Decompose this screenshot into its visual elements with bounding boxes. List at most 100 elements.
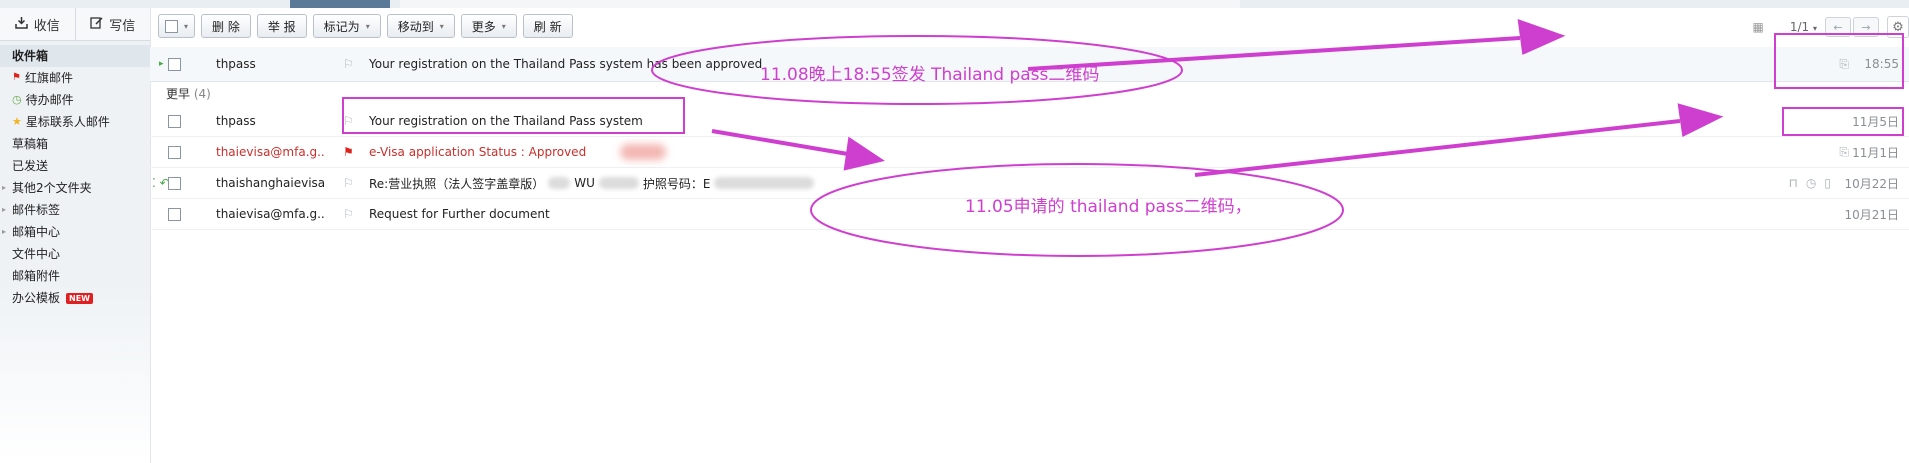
gear-icon[interactable]: ⚙: [1887, 16, 1909, 38]
sidebar-item-attachments[interactable]: 邮箱附件: [0, 265, 150, 287]
calendar-icon[interactable]: ▦: [1753, 20, 1764, 34]
sidebar-item-office-templates[interactable]: 办公模板 NEW: [0, 287, 150, 309]
expand-caret-icon[interactable]: ▸: [2, 221, 6, 243]
row-checkbox[interactable]: [168, 106, 182, 136]
sidebar-item-drafts[interactable]: 草稿箱: [0, 133, 150, 155]
mail-subject-part: Re:营业执照（法人签字盖章版）: [369, 176, 545, 191]
prev-page-button[interactable]: ←: [1825, 17, 1851, 37]
attachment-icon: ⎘: [1839, 56, 1849, 71]
row-checkbox[interactable]: [168, 137, 182, 167]
tab-bar-area: [400, 0, 1240, 8]
sidebar-item-file-center[interactable]: 文件中心: [0, 243, 150, 265]
sidebar-item-label: 草稿箱: [12, 137, 49, 151]
move-to-label: 移动到: [397, 19, 434, 34]
sidebar-actions: 收信 写信: [0, 8, 150, 41]
mail-sender: thpass: [216, 114, 256, 128]
select-all-checkbox[interactable]: ▾: [158, 14, 196, 38]
flag-icon[interactable]: ⚐: [343, 47, 357, 81]
next-page-button[interactable]: →: [1853, 17, 1879, 37]
chevron-down-icon[interactable]: ▾: [184, 22, 188, 31]
mark-as-label: 标记为: [323, 19, 360, 34]
page-indicator-text: 1/1: [1789, 20, 1810, 34]
trash-icon[interactable]: ▯: [1824, 176, 1831, 190]
checkbox-box[interactable]: [165, 19, 178, 33]
mail-date: 10月21日: [1844, 207, 1899, 222]
report-button[interactable]: 举 报: [256, 14, 307, 38]
mail-date: 11月5日: [1852, 114, 1899, 129]
annotation-note-1: 11.08晚上18:55签发 Thailand pass二维码: [760, 65, 1100, 85]
sidebar-item-mail-center[interactable]: ▸ 邮箱中心: [0, 221, 150, 243]
bookmark-icon[interactable]: ⊓: [1789, 176, 1798, 190]
refresh-button[interactable]: 刷 新: [522, 14, 573, 38]
mail-row[interactable]: thpass ⚐ Your registration on the Thaila…: [150, 106, 1909, 137]
flag-icon[interactable]: ⚐: [343, 106, 357, 136]
clock-icon[interactable]: ◷: [1806, 176, 1816, 190]
sidebar-item-label: 已发送: [12, 159, 49, 173]
page-indicator[interactable]: 1/1 ▾: [1790, 20, 1817, 34]
row-checkbox[interactable]: [168, 47, 182, 81]
refresh-label: 刷 新: [533, 19, 562, 34]
active-tab-indicator[interactable]: [290, 0, 390, 8]
redacted-blur: [548, 177, 571, 189]
annotation-note-2: 11.05申请的 thailand pass二维码，: [965, 197, 1252, 217]
group-header-earlier[interactable]: 更早 (4): [150, 82, 1909, 106]
sidebar: 收信 写信 收件箱 ⚑ 红旗邮件 ◷ 待办邮件 ★ 星标联系人邮件 草稿箱 已发送 ▸…: [0, 8, 151, 463]
more-label: 更多: [471, 19, 496, 34]
row-checkbox[interactable]: [168, 199, 182, 229]
mark-as-dropdown[interactable]: 标记为 ▾: [312, 14, 381, 38]
sidebar-item-label: 待办邮件: [25, 93, 74, 107]
delete-button[interactable]: 删 除: [201, 14, 251, 38]
sidebar-item-sent[interactable]: 已发送: [0, 155, 150, 177]
receive-button[interactable]: 收信: [0, 8, 75, 40]
sidebar-item-starred-contacts[interactable]: ★ 星标联系人邮件: [0, 111, 150, 133]
group-label: 更早: [166, 87, 191, 101]
more-dropdown[interactable]: 更多 ▾: [460, 14, 517, 38]
group-count: (4): [193, 87, 211, 101]
mail-subject-part: 护照号码：E: [642, 176, 711, 191]
compose-button[interactable]: 写信: [74, 8, 151, 40]
compose-label: 写信: [109, 18, 136, 34]
mail-row[interactable]: thaievisa@mfa.g... ⚑ e-Visa application …: [150, 137, 1909, 168]
mail-sender: thaievisa@mfa.g...: [216, 207, 326, 221]
sidebar-item-other-folders[interactable]: ▸ 其他2个文件夹: [0, 177, 150, 199]
mail-date: 11月1日: [1852, 145, 1899, 160]
flag-icon[interactable]: ⚐: [343, 199, 357, 229]
sidebar-item-label: 文件中心: [12, 247, 61, 261]
attachment-icon: ⎘: [1839, 144, 1849, 159]
sidebar-item-label: 收件箱: [12, 49, 49, 63]
sidebar-item-tags[interactable]: ▸ 邮件标签: [0, 199, 150, 221]
sidebar-item-label: 邮箱中心: [12, 225, 61, 239]
sidebar-item-label: 红旗邮件: [24, 71, 73, 85]
delete-label: 删 除: [212, 19, 240, 34]
sidebar-item-label: 邮箱附件: [12, 269, 61, 283]
mail-sender: thaievisa@mfa.g...: [216, 145, 326, 159]
new-badge: NEW: [66, 292, 93, 304]
expand-caret-icon[interactable]: ▸: [2, 177, 6, 199]
mail-sender: thaishanghaievisa: [216, 176, 326, 190]
pagination-tools: ▦ 1/1 ▾ ← → ⚙: [1753, 16, 1909, 38]
flag-icon[interactable]: ⚐: [343, 168, 357, 198]
clock-icon: ◷: [12, 93, 22, 106]
redacted-blur: [598, 177, 639, 189]
mail-date: 18:55: [1864, 57, 1899, 71]
mail-subject: Your registration on the Thailand Pass s…: [369, 57, 763, 71]
row-checkbox[interactable]: [168, 168, 182, 198]
sidebar-item-label: 办公模板: [12, 291, 61, 305]
chevron-down-icon: ▾: [439, 21, 444, 31]
sidebar-item-todo[interactable]: ◷ 待办邮件: [0, 89, 150, 111]
mail-subject: Request for Further document: [369, 207, 550, 221]
red-flag-icon[interactable]: ⚑: [343, 137, 357, 167]
mail-sender: thpass: [216, 57, 256, 71]
sidebar-item-label: 邮件标签: [12, 203, 61, 217]
report-label: 举 报: [267, 19, 296, 34]
move-to-dropdown[interactable]: 移动到 ▾: [386, 14, 455, 38]
sidebar-item-label: 星标联系人邮件: [25, 115, 110, 129]
mail-extras: ⎘: [1839, 47, 1849, 81]
sidebar-item-inbox[interactable]: 收件箱: [0, 45, 150, 67]
mail-subject: e-Visa application Status : Approved: [369, 137, 667, 167]
sidebar-item-flagged[interactable]: ⚑ 红旗邮件: [0, 67, 150, 89]
mail-extras: ⎘: [1839, 137, 1849, 167]
inbox-download-icon: [14, 16, 28, 33]
top-tab-strip: [0, 0, 1909, 8]
expand-caret-icon[interactable]: ▸: [2, 199, 6, 221]
